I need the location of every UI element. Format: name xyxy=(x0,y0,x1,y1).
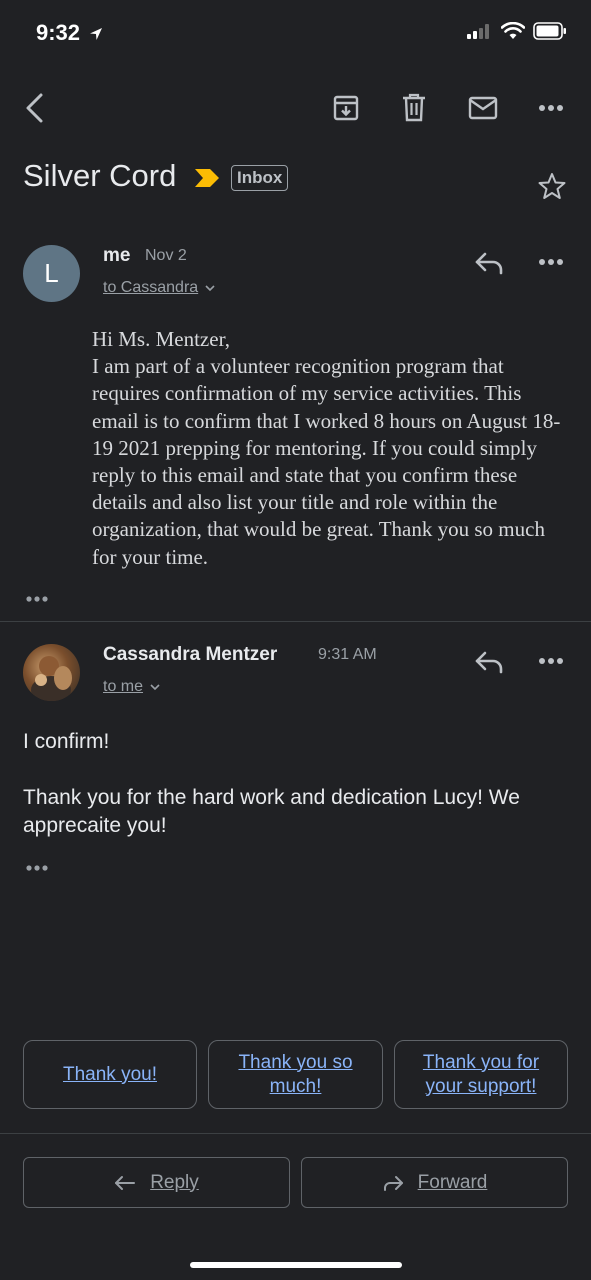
chevron-down-icon xyxy=(150,684,160,691)
smart-reply-chip[interactable]: Thank you for your support! xyxy=(394,1040,568,1109)
battery-icon xyxy=(533,22,566,40)
body-paragraph: I confirm! xyxy=(23,730,110,753)
back-button[interactable] xyxy=(18,90,50,126)
reply-icon xyxy=(475,252,503,275)
trash-icon xyxy=(403,93,425,122)
message-more-button[interactable] xyxy=(536,649,566,673)
home-indicator[interactable] xyxy=(190,1262,402,1268)
status-time: 9:32 xyxy=(36,20,104,46)
show-trimmed-button[interactable] xyxy=(25,859,49,877)
sender-name: Cassandra Mentzer xyxy=(103,644,278,665)
forward-icon xyxy=(383,1175,403,1191)
important-marker[interactable] xyxy=(194,168,220,193)
star-icon xyxy=(538,173,566,199)
message-more-button[interactable] xyxy=(536,250,566,274)
mail-icon xyxy=(468,96,498,120)
sender-name: me xyxy=(103,245,131,266)
delete-button[interactable] xyxy=(398,92,430,124)
wifi-icon xyxy=(501,22,525,39)
forward-label: Forward xyxy=(417,1171,488,1193)
avatar[interactable] xyxy=(23,644,80,701)
reply-icon xyxy=(115,1175,136,1190)
chevron-left-icon xyxy=(26,93,43,123)
star-button[interactable] xyxy=(536,170,568,202)
reply-button[interactable] xyxy=(472,647,506,677)
message-divider xyxy=(0,621,591,622)
more-horizontal-icon xyxy=(539,259,563,265)
avatar[interactable]: L xyxy=(23,245,80,302)
reply-icon xyxy=(475,651,503,674)
message-date: 9:31 AM xyxy=(318,646,377,663)
message-body: Hi Ms. Mentzer, I am part of a volunteer… xyxy=(92,326,572,571)
message-body: I confirm! Thank you for the hard work a… xyxy=(23,728,583,840)
profile-photo-icon xyxy=(31,656,72,701)
recipient-details-toggle[interactable]: to Cassandra xyxy=(103,279,216,297)
chevron-down-icon xyxy=(205,285,215,292)
important-marker-icon xyxy=(195,169,219,187)
body-paragraph: Hi Ms. Mentzer, xyxy=(92,327,230,351)
more-options-button[interactable] xyxy=(536,96,566,120)
smart-reply-chip[interactable]: Thank you so much! xyxy=(208,1040,383,1109)
location-arrow-icon xyxy=(90,28,103,41)
show-trimmed-button[interactable] xyxy=(25,590,49,608)
archive-button[interactable] xyxy=(330,92,362,124)
reply-button[interactable] xyxy=(472,248,506,278)
reply-action-button[interactable]: Reply xyxy=(23,1157,290,1208)
mark-unread-button[interactable] xyxy=(466,93,500,123)
cellular-signal-icon xyxy=(467,24,489,39)
email-subject: Silver Cord xyxy=(23,158,177,193)
body-paragraph: Thank you for the hard work and dedicati… xyxy=(23,786,520,837)
message-date: Nov 2 xyxy=(145,247,187,264)
more-horizontal-icon xyxy=(26,596,48,602)
recipient-text: to me xyxy=(103,678,144,695)
more-horizontal-icon xyxy=(539,658,563,664)
reply-label: Reply xyxy=(150,1171,199,1193)
body-paragraph: I am part of a volunteer recognition pro… xyxy=(92,354,561,569)
recipient-details-toggle[interactable]: to me xyxy=(103,678,161,696)
inbox-label[interactable]: Inbox xyxy=(231,165,289,191)
status-time-text: 9:32 xyxy=(36,20,81,45)
forward-action-button[interactable]: Forward xyxy=(301,1157,568,1208)
more-horizontal-icon xyxy=(26,865,48,871)
status-indicators xyxy=(467,22,567,40)
more-horizontal-icon xyxy=(539,105,563,111)
recipient-text: to Cassandra xyxy=(103,279,199,296)
archive-icon xyxy=(333,95,359,121)
smart-reply-chip[interactable]: Thank you! xyxy=(23,1040,197,1109)
actions-divider xyxy=(0,1133,591,1134)
